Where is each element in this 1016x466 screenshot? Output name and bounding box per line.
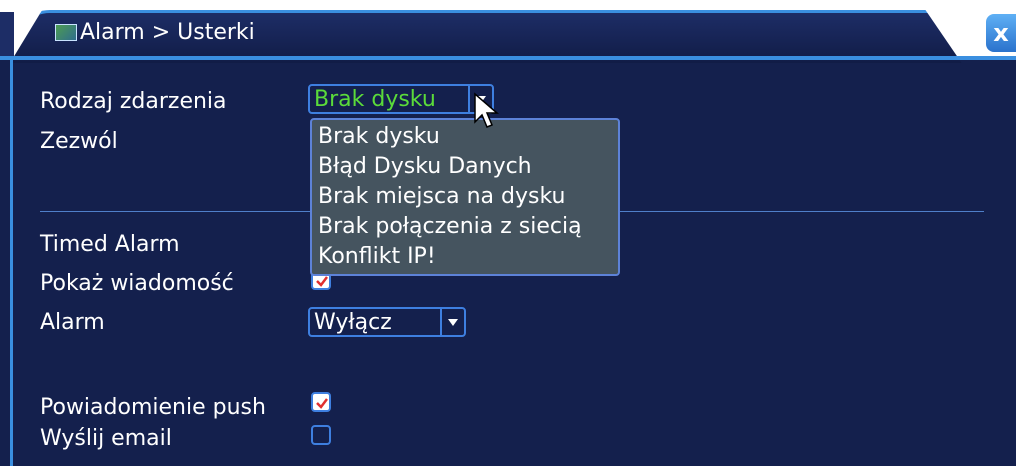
dropdown-option[interactable]: Brak miejsca na dysku — [318, 184, 565, 210]
dropdown-option[interactable]: Konflikt IP! — [318, 244, 436, 270]
alarm-fault-window: Alarm > Usterki x Rodzaj zdarzenia Brak … — [0, 0, 1016, 466]
close-button[interactable]: x — [986, 14, 1016, 52]
event-type-dropdown-list: Brak dysku Błąd Dysku Danych Brak miejsc… — [310, 118, 620, 276]
check-icon — [316, 398, 328, 409]
dropdown-option[interactable]: Brak dysku — [318, 124, 440, 150]
send-email-label: Wyślij email — [40, 426, 172, 451]
mouse-cursor-icon — [474, 92, 500, 128]
send-email-checkbox[interactable] — [311, 425, 331, 445]
chevron-down-icon[interactable] — [440, 309, 464, 335]
alarm-select[interactable]: Wyłącz — [308, 307, 466, 337]
event-type-value: Brak dysku — [314, 87, 436, 112]
window-title: Alarm > Usterki — [80, 20, 255, 45]
title-bar: Alarm > Usterki x — [0, 0, 1016, 63]
push-notification-label: Powiadomienie push — [40, 395, 266, 420]
dropdown-option[interactable]: Brak połączenia z siecią — [318, 214, 582, 240]
alarm-value: Wyłącz — [314, 310, 392, 335]
alarm-label: Alarm — [40, 310, 105, 335]
push-notification-checkbox[interactable] — [311, 392, 331, 412]
enable-label: Zezwól — [40, 129, 118, 154]
event-type-select[interactable]: Brak dysku — [308, 84, 494, 114]
event-type-label: Rodzaj zdarzenia — [40, 89, 227, 114]
dropdown-option[interactable]: Błąd Dysku Danych — [318, 154, 532, 180]
alarm-window-icon — [55, 24, 77, 41]
show-message-label: Pokaż wiadomość — [40, 271, 234, 296]
timed-alarm-label: Timed Alarm — [40, 232, 180, 257]
